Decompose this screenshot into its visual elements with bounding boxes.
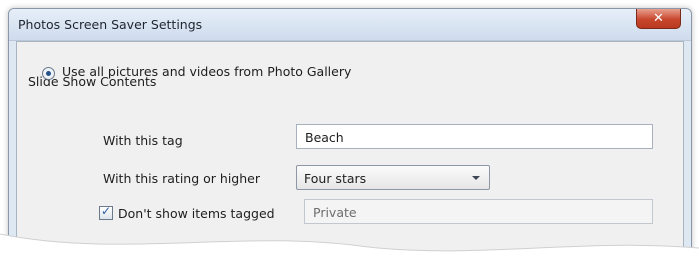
tag-label: With this tag <box>103 133 183 148</box>
use-all-pictures-label[interactable]: Use all pictures and videos from Photo G… <box>62 64 351 79</box>
exclude-tagged-label[interactable]: Don't show items tagged <box>118 206 275 221</box>
checkmark-icon: ✓ <box>101 204 112 218</box>
close-button[interactable]: ✕ <box>636 9 681 29</box>
rating-selected-value: Four stars <box>304 171 367 186</box>
torn-edge-decoration <box>0 233 699 264</box>
use-all-pictures-radio[interactable] <box>42 67 55 80</box>
exclude-tagged-checkbox[interactable]: ✓ <box>99 204 113 220</box>
title-bar[interactable]: Photos Screen Saver Settings ✕ <box>9 9 691 41</box>
exclude-tag-input[interactable]: Private <box>304 199 653 224</box>
rating-dropdown[interactable]: Four stars <box>296 165 490 190</box>
tag-input[interactable]: Beach <box>296 124 653 149</box>
rating-label: With this rating or higher <box>103 171 260 186</box>
chevron-down-icon <box>472 176 480 180</box>
window-title: Photos Screen Saver Settings <box>18 17 203 32</box>
close-icon: ✕ <box>653 11 664 26</box>
